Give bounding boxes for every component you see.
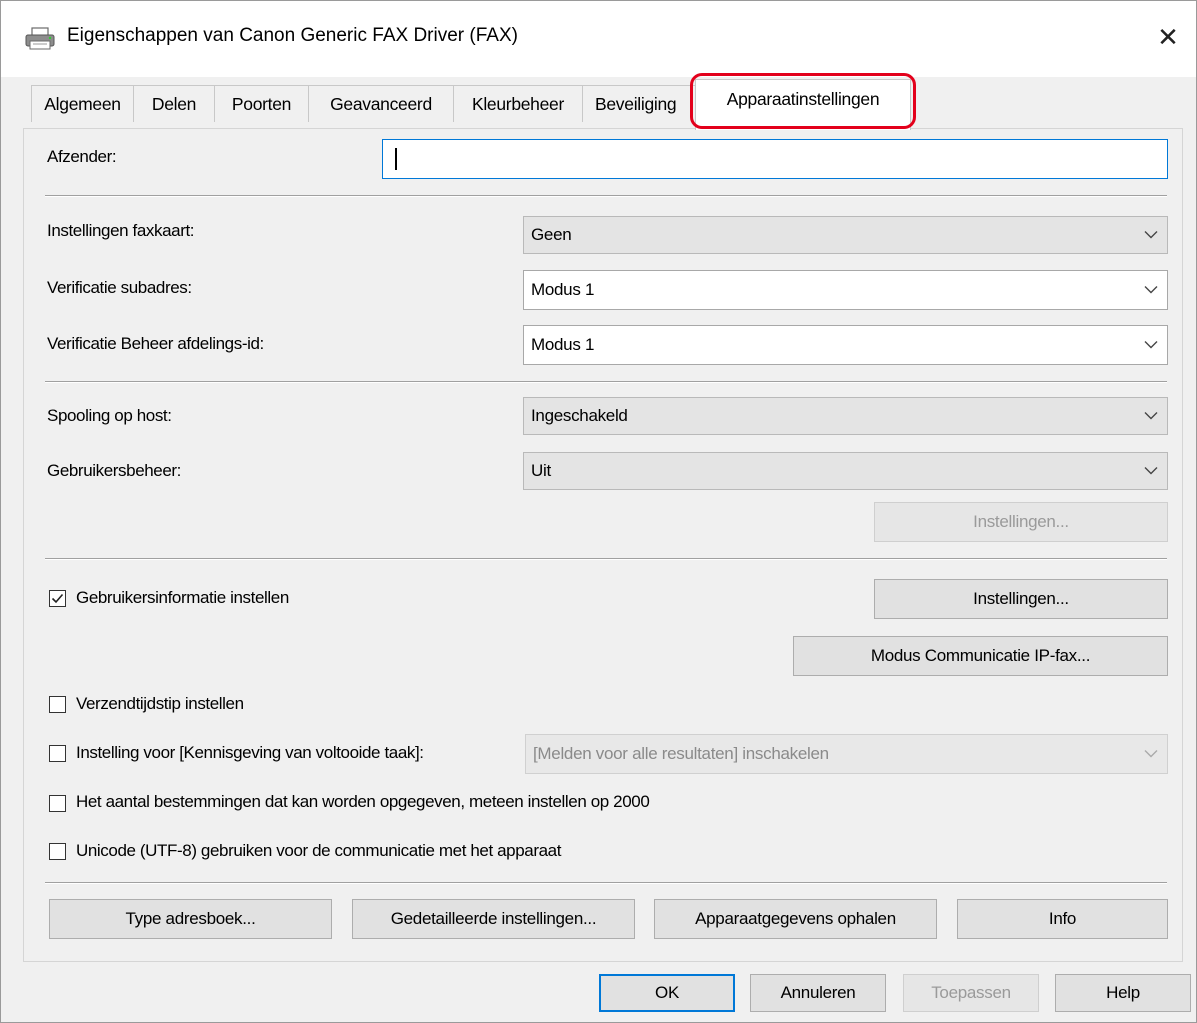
chevron-down-icon bbox=[1144, 341, 1158, 349]
separator bbox=[45, 882, 1167, 884]
tab-beveiliging[interactable]: Beveiliging bbox=[582, 85, 696, 122]
chevron-down-icon bbox=[1144, 412, 1158, 420]
title-bar: Eigenschappen van Canon Generic FAX Driv… bbox=[1, 1, 1196, 77]
tab-label: Algemeen bbox=[44, 93, 121, 114]
tab-label: Beveiliging bbox=[595, 93, 677, 114]
detailed-settings-button[interactable]: Gedetailleerde instellingen... bbox=[352, 899, 635, 939]
user-info-label: Gebruikersinformatie instellen bbox=[76, 588, 289, 607]
address-book-type-button[interactable]: Type adresboek... bbox=[49, 899, 332, 939]
chevron-down-icon bbox=[1144, 750, 1158, 758]
apply-button[interactable]: Toepassen bbox=[903, 974, 1039, 1012]
ok-button[interactable]: OK bbox=[599, 974, 735, 1012]
chevron-down-icon bbox=[1144, 467, 1158, 475]
sub-address-label: Verificatie subadres: bbox=[47, 278, 192, 297]
job-notify-value: [Melden voor alle resultaten] inschakele… bbox=[533, 744, 829, 763]
send-time-label: Verzendtijdstip instellen bbox=[76, 694, 244, 713]
printer-icon bbox=[23, 27, 59, 51]
separator bbox=[45, 195, 1167, 197]
user-mgmt-label: Gebruikersbeheer: bbox=[47, 461, 181, 480]
help-button[interactable]: Help bbox=[1055, 974, 1191, 1012]
close-icon: ✕ bbox=[1157, 21, 1179, 52]
user-info-checkbox[interactable] bbox=[49, 590, 66, 607]
dept-id-value: Modus 1 bbox=[531, 335, 595, 354]
properties-dialog: Eigenschappen van Canon Generic FAX Driv… bbox=[0, 0, 1197, 1023]
user-mgmt-settings-button[interactable]: Instellingen... bbox=[874, 502, 1168, 542]
tab-label: Geavanceerd bbox=[330, 93, 432, 114]
unicode-label: Unicode (UTF-8) gebruiken voor de commun… bbox=[76, 841, 562, 860]
tab-label: Delen bbox=[151, 93, 197, 114]
tab-geavanceerd[interactable]: Geavanceerd bbox=[308, 85, 454, 122]
chevron-down-icon bbox=[1144, 231, 1158, 239]
tab-label: Poorten bbox=[231, 93, 292, 114]
tab-label: Apparaatinstellingen bbox=[726, 88, 880, 109]
job-notify-select[interactable]: [Melden voor alle resultaten] inschakele… bbox=[525, 734, 1168, 774]
job-notify-label: Instelling voor [Kennisgeving van voltoo… bbox=[76, 743, 424, 762]
sub-address-value: Modus 1 bbox=[531, 280, 595, 299]
separator bbox=[45, 558, 1167, 560]
tab-label: Kleurbeheer bbox=[471, 93, 565, 114]
job-notify-checkbox[interactable] bbox=[49, 745, 66, 762]
window-title: Eigenschappen van Canon Generic FAX Driv… bbox=[67, 25, 518, 46]
spooling-select[interactable]: Ingeschakeld bbox=[523, 397, 1168, 435]
sub-address-select[interactable]: Modus 1 bbox=[523, 270, 1168, 310]
dept-id-select[interactable]: Modus 1 bbox=[523, 325, 1168, 365]
send-time-checkbox[interactable] bbox=[49, 696, 66, 713]
info-button[interactable]: Info bbox=[957, 899, 1168, 939]
ip-fax-mode-button[interactable]: Modus Communicatie IP-fax... bbox=[793, 636, 1168, 676]
tab-poorten[interactable]: Poorten bbox=[214, 85, 309, 122]
sender-input[interactable] bbox=[382, 139, 1168, 179]
tab-algemeen[interactable]: Algemeen bbox=[31, 85, 134, 122]
chevron-down-icon bbox=[1144, 286, 1158, 294]
dept-id-label: Verificatie Beheer afdelings-id: bbox=[47, 334, 264, 353]
tab-apparaatinstellingen[interactable]: Apparaatinstellingen bbox=[695, 79, 911, 130]
text-caret bbox=[395, 148, 397, 170]
user-mgmt-select[interactable]: Uit bbox=[523, 452, 1168, 490]
fax-card-select[interactable]: Geen bbox=[523, 216, 1168, 254]
fax-card-label: Instellingen faxkaart: bbox=[47, 221, 195, 240]
get-device-info-button[interactable]: Apparaatgegevens ophalen bbox=[654, 899, 937, 939]
destinations-label: Het aantal bestemmingen dat kan worden o… bbox=[76, 792, 650, 811]
checkmark-icon bbox=[51, 593, 64, 604]
cancel-button[interactable]: Annuleren bbox=[750, 974, 886, 1012]
tab-kleurbeheer[interactable]: Kleurbeheer bbox=[453, 85, 583, 122]
spooling-label: Spooling op host: bbox=[47, 406, 172, 425]
sender-label: Afzender: bbox=[47, 147, 117, 166]
user-mgmt-value: Uit bbox=[531, 461, 551, 480]
fax-card-value: Geen bbox=[531, 225, 572, 244]
separator bbox=[45, 381, 1167, 383]
unicode-checkbox[interactable] bbox=[49, 843, 66, 860]
spooling-value: Ingeschakeld bbox=[531, 406, 628, 425]
tab-delen[interactable]: Delen bbox=[133, 85, 215, 122]
destinations-checkbox[interactable] bbox=[49, 795, 66, 812]
close-button[interactable]: ✕ bbox=[1146, 15, 1190, 59]
user-info-settings-button[interactable]: Instellingen... bbox=[874, 579, 1168, 619]
